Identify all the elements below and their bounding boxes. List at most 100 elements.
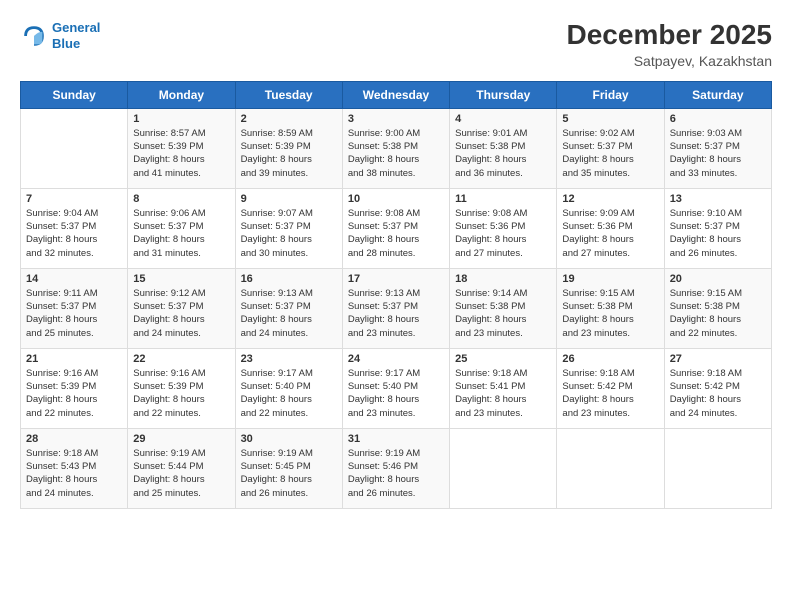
day-info: Sunrise: 9:06 AM Sunset: 5:37 PM Dayligh… xyxy=(133,207,229,260)
day-info: Sunrise: 9:15 AM Sunset: 5:38 PM Dayligh… xyxy=(562,287,658,340)
day-number: 14 xyxy=(26,273,122,285)
week-row-1: 1 Sunrise: 8:57 AM Sunset: 5:39 PM Daylig… xyxy=(21,108,772,188)
day-header-monday: Monday xyxy=(128,81,235,108)
day-number: 31 xyxy=(348,433,444,445)
day-info: Sunrise: 9:19 AM Sunset: 5:44 PM Dayligh… xyxy=(133,447,229,500)
day-header-tuesday: Tuesday xyxy=(235,81,342,108)
calendar-cell: 24 Sunrise: 9:17 AM Sunset: 5:40 PM Dayli… xyxy=(342,348,449,428)
day-number: 1 xyxy=(133,113,229,125)
calendar-cell: 12Sunrise: 9:09 AM Sunset: 5:36 PM Dayli… xyxy=(557,188,664,268)
day-info: Sunrise: 9:19 AM Sunset: 5:45 PM Dayligh… xyxy=(241,447,337,500)
day-number: 28 xyxy=(26,433,122,445)
calendar-cell xyxy=(557,428,664,508)
day-number: 18 xyxy=(455,273,551,285)
day-number: 5 xyxy=(562,113,658,125)
calendar-cell: 20Sunrise: 9:15 AM Sunset: 5:38 PM Dayli… xyxy=(664,268,771,348)
day-number: 15 xyxy=(133,273,229,285)
calendar-cell: 4 Sunrise: 9:01 AM Sunset: 5:38 PM Daylig… xyxy=(450,108,557,188)
logo-text: General Blue xyxy=(52,20,100,51)
calendar-cell: 27Sunrise: 9:18 AM Sunset: 5:42 PM Dayli… xyxy=(664,348,771,428)
calendar-cell: 11Sunrise: 9:08 AM Sunset: 5:36 PM Dayli… xyxy=(450,188,557,268)
calendar-cell: 9 Sunrise: 9:07 AM Sunset: 5:37 PM Daylig… xyxy=(235,188,342,268)
week-row-3: 14 Sunrise: 9:11 AM Sunset: 5:37 PM Dayli… xyxy=(21,268,772,348)
day-info: Sunrise: 9:03 AM Sunset: 5:37 PM Dayligh… xyxy=(670,127,766,180)
calendar-cell: 6Sunrise: 9:03 AM Sunset: 5:37 PM Daylig… xyxy=(664,108,771,188)
calendar-cell: 22 Sunrise: 9:16 AM Sunset: 5:39 PM Dayli… xyxy=(128,348,235,428)
day-info: Sunrise: 9:18 AM Sunset: 5:41 PM Dayligh… xyxy=(455,367,551,420)
subtitle: Satpayev, Kazakhstan xyxy=(567,53,772,69)
day-header-saturday: Saturday xyxy=(664,81,771,108)
day-number: 22 xyxy=(133,353,229,365)
calendar-cell: 16 Sunrise: 9:13 AM Sunset: 5:37 PM Dayli… xyxy=(235,268,342,348)
calendar-cell: 26 Sunrise: 9:18 AM Sunset: 5:42 PM Dayli… xyxy=(557,348,664,428)
title-block: December 2025 Satpayev, Kazakhstan xyxy=(567,20,772,69)
day-number: 12 xyxy=(562,193,658,205)
week-row-5: 28 Sunrise: 9:18 AM Sunset: 5:43 PM Dayli… xyxy=(21,428,772,508)
logo: General Blue xyxy=(20,20,100,51)
calendar-cell: 13 Sunrise: 9:10 AM Sunset: 5:37 PM Dayli… xyxy=(664,188,771,268)
day-info: Sunrise: 9:12 AM Sunset: 5:37 PM Dayligh… xyxy=(133,287,229,340)
day-info: Sunrise: 9:13 AM Sunset: 5:37 PM Dayligh… xyxy=(348,287,444,340)
day-number: 3 xyxy=(348,113,444,125)
calendar-cell: 5Sunrise: 9:02 AM Sunset: 5:37 PM Daylig… xyxy=(557,108,664,188)
day-number: 10 xyxy=(348,193,444,205)
day-header-wednesday: Wednesday xyxy=(342,81,449,108)
day-number: 13 xyxy=(670,193,766,205)
day-info: Sunrise: 9:01 AM Sunset: 5:38 PM Dayligh… xyxy=(455,127,551,180)
day-info: Sunrise: 9:18 AM Sunset: 5:42 PM Dayligh… xyxy=(562,367,658,420)
calendar-cell: 23 Sunrise: 9:17 AM Sunset: 5:40 PM Dayli… xyxy=(235,348,342,428)
day-number: 2 xyxy=(241,113,337,125)
day-number: 23 xyxy=(241,353,337,365)
calendar-cell: 18 Sunrise: 9:14 AM Sunset: 5:38 PM Dayli… xyxy=(450,268,557,348)
calendar-cell: 8Sunrise: 9:06 AM Sunset: 5:37 PM Daylig… xyxy=(128,188,235,268)
calendar-cell: 30 Sunrise: 9:19 AM Sunset: 5:45 PM Dayli… xyxy=(235,428,342,508)
calendar-cell: 2Sunrise: 8:59 AM Sunset: 5:39 PM Daylig… xyxy=(235,108,342,188)
day-header-friday: Friday xyxy=(557,81,664,108)
day-number: 26 xyxy=(562,353,658,365)
day-number: 21 xyxy=(26,353,122,365)
calendar-cell: 3 Sunrise: 9:00 AM Sunset: 5:38 PM Daylig… xyxy=(342,108,449,188)
day-number: 30 xyxy=(241,433,337,445)
day-number: 16 xyxy=(241,273,337,285)
calendar-cell xyxy=(450,428,557,508)
calendar-cell: 7 Sunrise: 9:04 AM Sunset: 5:37 PM Daylig… xyxy=(21,188,128,268)
header: General Blue December 2025 Satpayev, Kaz… xyxy=(20,20,772,69)
day-info: Sunrise: 8:57 AM Sunset: 5:39 PM Dayligh… xyxy=(133,127,229,180)
calendar-cell: 19Sunrise: 9:15 AM Sunset: 5:38 PM Dayli… xyxy=(557,268,664,348)
day-info: Sunrise: 9:11 AM Sunset: 5:37 PM Dayligh… xyxy=(26,287,122,340)
day-number: 7 xyxy=(26,193,122,205)
calendar-cell: 17Sunrise: 9:13 AM Sunset: 5:37 PM Dayli… xyxy=(342,268,449,348)
day-header-sunday: Sunday xyxy=(21,81,128,108)
day-info: Sunrise: 9:18 AM Sunset: 5:43 PM Dayligh… xyxy=(26,447,122,500)
day-info: Sunrise: 9:14 AM Sunset: 5:38 PM Dayligh… xyxy=(455,287,551,340)
calendar-cell: 15 Sunrise: 9:12 AM Sunset: 5:37 PM Dayli… xyxy=(128,268,235,348)
calendar-cell: 10 Sunrise: 9:08 AM Sunset: 5:37 PM Dayli… xyxy=(342,188,449,268)
day-info: Sunrise: 9:07 AM Sunset: 5:37 PM Dayligh… xyxy=(241,207,337,260)
day-number: 4 xyxy=(455,113,551,125)
calendar-header-row: SundayMondayTuesdayWednesdayThursdayFrid… xyxy=(21,81,772,108)
day-info: Sunrise: 9:00 AM Sunset: 5:38 PM Dayligh… xyxy=(348,127,444,180)
day-info: Sunrise: 9:10 AM Sunset: 5:37 PM Dayligh… xyxy=(670,207,766,260)
calendar-cell: 1 Sunrise: 8:57 AM Sunset: 5:39 PM Daylig… xyxy=(128,108,235,188)
calendar-cell: 28 Sunrise: 9:18 AM Sunset: 5:43 PM Dayli… xyxy=(21,428,128,508)
day-info: Sunrise: 9:04 AM Sunset: 5:37 PM Dayligh… xyxy=(26,207,122,260)
day-number: 24 xyxy=(348,353,444,365)
page: General Blue December 2025 Satpayev, Kaz… xyxy=(0,0,792,612)
day-info: Sunrise: 9:15 AM Sunset: 5:38 PM Dayligh… xyxy=(670,287,766,340)
calendar-cell xyxy=(21,108,128,188)
day-info: Sunrise: 9:19 AM Sunset: 5:46 PM Dayligh… xyxy=(348,447,444,500)
week-row-2: 7 Sunrise: 9:04 AM Sunset: 5:37 PM Daylig… xyxy=(21,188,772,268)
calendar-cell: 21Sunrise: 9:16 AM Sunset: 5:39 PM Dayli… xyxy=(21,348,128,428)
calendar-table: SundayMondayTuesdayWednesdayThursdayFrid… xyxy=(20,81,772,509)
day-info: Sunrise: 9:17 AM Sunset: 5:40 PM Dayligh… xyxy=(241,367,337,420)
day-header-thursday: Thursday xyxy=(450,81,557,108)
day-info: Sunrise: 9:17 AM Sunset: 5:40 PM Dayligh… xyxy=(348,367,444,420)
day-number: 9 xyxy=(241,193,337,205)
calendar-cell xyxy=(664,428,771,508)
day-info: Sunrise: 9:08 AM Sunset: 5:37 PM Dayligh… xyxy=(348,207,444,260)
day-info: Sunrise: 9:16 AM Sunset: 5:39 PM Dayligh… xyxy=(133,367,229,420)
day-number: 27 xyxy=(670,353,766,365)
day-number: 25 xyxy=(455,353,551,365)
day-info: Sunrise: 9:13 AM Sunset: 5:37 PM Dayligh… xyxy=(241,287,337,340)
day-number: 11 xyxy=(455,193,551,205)
